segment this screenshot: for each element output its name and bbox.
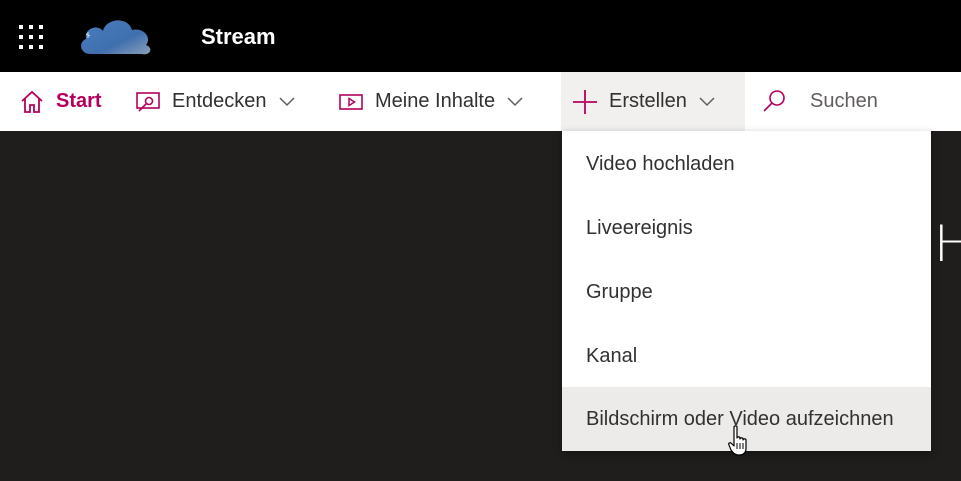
plus-icon (573, 89, 597, 114)
top-bar: Stream (0, 0, 961, 72)
nav-erstellen-label: Erstellen (609, 90, 687, 112)
nav-start-label: Start (56, 90, 102, 112)
nav-entdecken[interactable]: Entdecken (134, 72, 295, 131)
home-icon (21, 90, 43, 113)
nav-start[interactable]: Start (18, 72, 102, 131)
cloud-logo[interactable] (76, 12, 154, 58)
chevron-down-icon (507, 96, 523, 106)
search-icon (763, 89, 785, 112)
chevron-down-icon (278, 96, 295, 106)
search-placeholder: Suchen (810, 90, 878, 112)
menu-item-kanal[interactable]: Kanal (562, 324, 931, 388)
create-dropdown-menu: Video hochladen Liveereignis Gruppe Kana… (562, 131, 931, 451)
main-navigation: Start Entdecken Meine Inhalte Erstellen (0, 72, 961, 131)
search-box[interactable]: Suchen (760, 72, 878, 131)
hand-pointer-cursor-icon (728, 425, 747, 456)
nav-meine-inhalte[interactable]: Meine Inhalte (337, 72, 523, 131)
chevron-down-icon (699, 96, 715, 106)
nav-entdecken-label: Entdecken (172, 90, 267, 112)
menu-item-gruppe[interactable]: Gruppe (562, 260, 931, 324)
app-title[interactable]: Stream (201, 23, 276, 51)
nav-erstellen[interactable]: Erstellen (561, 72, 745, 131)
menu-item-liveereignis[interactable]: Liveereignis (562, 196, 931, 260)
video-icon (339, 93, 363, 110)
menu-item-video-hochladen[interactable]: Video hochladen (562, 132, 931, 196)
page-heading-partial: H (934, 215, 961, 273)
nav-meine-inhalte-label: Meine Inhalte (375, 90, 496, 112)
discover-icon (136, 91, 160, 112)
app-launcher-icon[interactable] (19, 25, 43, 49)
